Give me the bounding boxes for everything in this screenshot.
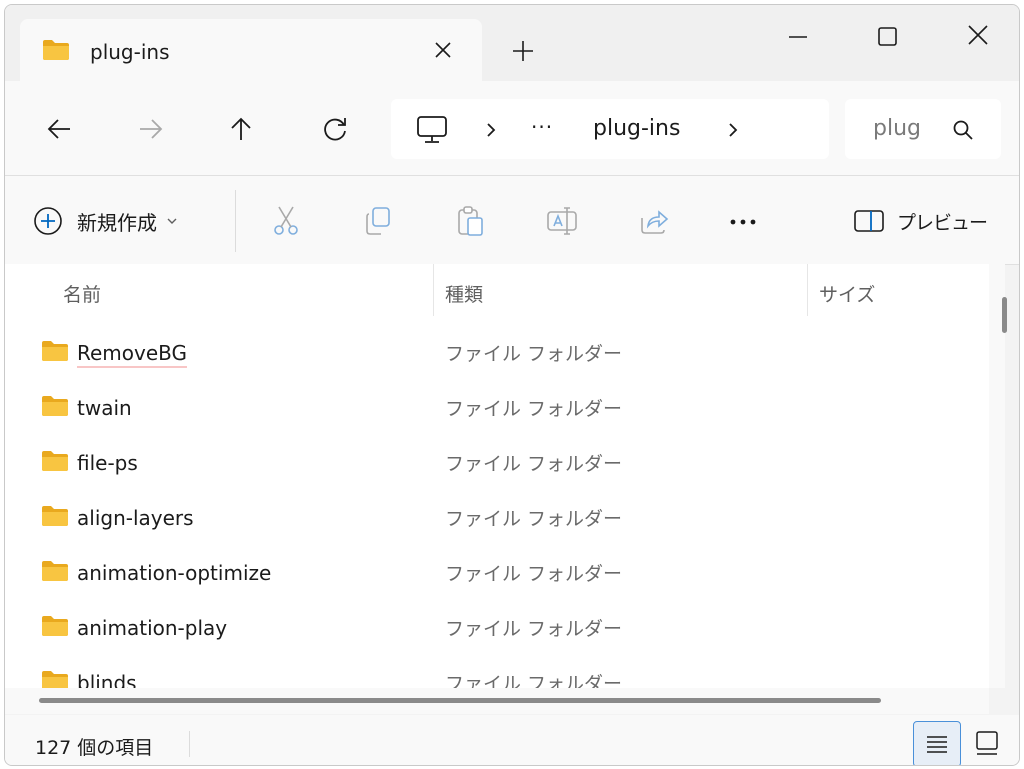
new-button-label: 新規作成 xyxy=(77,210,157,235)
file-type: ファイル フォルダー xyxy=(445,563,623,585)
details-view-icon xyxy=(927,736,947,753)
tab-plug-ins[interactable]: plug-ins xyxy=(20,19,482,81)
search-input[interactable]: plug xyxy=(873,115,925,143)
navigation-bar: ··· plug-ins plug xyxy=(5,81,1019,175)
column-headers: 名前 種類 サイズ xyxy=(5,264,989,320)
file-name: twain xyxy=(77,396,132,420)
folder-icon xyxy=(41,670,69,688)
vertical-scroll-thumb[interactable] xyxy=(1002,297,1007,333)
list-item[interactable]: twain ファイル フォルダー xyxy=(5,381,989,436)
back-arrow-icon[interactable] xyxy=(40,109,80,149)
file-type: ファイル フォルダー xyxy=(445,343,623,365)
file-name: blinds xyxy=(77,671,137,688)
file-type: ファイル フォルダー xyxy=(445,508,623,530)
new-tab-icon[interactable] xyxy=(508,36,538,66)
folder-icon xyxy=(41,560,69,582)
close-tab-icon[interactable] xyxy=(430,37,456,63)
details-view-button[interactable] xyxy=(913,721,961,765)
share-icon[interactable] xyxy=(637,204,671,238)
chevron-right-icon[interactable] xyxy=(481,119,501,141)
status-bar: 127 個の項目 xyxy=(5,715,1019,765)
list-item[interactable]: align-layers ファイル フォルダー xyxy=(5,491,989,546)
folder-icon xyxy=(41,340,69,362)
item-count: 127 個の項目 xyxy=(35,737,154,759)
file-name: RemoveBG xyxy=(77,340,188,368)
file-name: animation-play xyxy=(77,616,228,640)
forward-arrow-icon[interactable] xyxy=(130,109,170,149)
file-list: 名前 種類 サイズ RemoveBG ファイル フォルダー twain ファイル… xyxy=(5,264,989,688)
minimize-icon[interactable] xyxy=(775,17,821,57)
file-explorer-window: plug-ins ··· plug-ins plug 新規作成 プレビュー 名前… xyxy=(4,4,1020,766)
list-item[interactable]: animation-optimize ファイル フォルダー xyxy=(5,546,989,601)
folder-icon xyxy=(41,505,69,527)
list-item[interactable]: file-ps ファイル フォルダー xyxy=(5,436,989,491)
search-box[interactable]: plug xyxy=(845,99,1001,159)
list-item[interactable]: RemoveBG ファイル フォルダー xyxy=(5,326,989,381)
file-name: animation-optimize xyxy=(77,561,272,585)
file-rows: RemoveBG ファイル フォルダー twain ファイル フォルダー fil… xyxy=(5,326,989,688)
refresh-icon[interactable] xyxy=(315,109,355,149)
rename-icon[interactable] xyxy=(545,204,579,238)
folder-icon xyxy=(42,39,70,61)
up-arrow-icon[interactable] xyxy=(221,109,261,149)
search-icon[interactable] xyxy=(951,118,975,142)
cut-icon[interactable] xyxy=(269,204,303,238)
preview-pane-label: プレビュー xyxy=(897,211,988,234)
command-divider xyxy=(235,190,236,252)
file-name: file-ps xyxy=(77,451,138,475)
chevron-right-icon[interactable] xyxy=(723,119,743,141)
file-type: ファイル フォルダー xyxy=(445,453,623,475)
list-item[interactable]: blinds ファイル フォルダー xyxy=(5,656,989,688)
column-header-name[interactable]: 名前 xyxy=(63,280,101,307)
plus-circle-icon xyxy=(33,206,63,236)
address-bar[interactable]: ··· plug-ins xyxy=(391,99,829,159)
preview-pane-button[interactable]: プレビュー xyxy=(853,204,988,238)
this-pc-icon[interactable] xyxy=(415,114,449,146)
folder-icon xyxy=(41,395,69,417)
more-options-icon[interactable] xyxy=(725,206,761,236)
tiles-view-icon xyxy=(976,731,998,755)
breadcrumb-plug-ins[interactable]: plug-ins xyxy=(593,115,680,143)
maximize-icon[interactable] xyxy=(863,17,909,57)
title-bar: plug-ins xyxy=(5,5,1019,81)
status-divider xyxy=(189,731,190,757)
chevron-down-icon xyxy=(165,214,179,228)
folder-icon xyxy=(41,450,69,472)
file-type: ファイル フォルダー xyxy=(445,673,623,688)
new-button[interactable]: 新規作成 xyxy=(33,204,179,238)
file-type: ファイル フォルダー xyxy=(445,618,623,640)
column-separator[interactable] xyxy=(807,264,808,316)
file-type: ファイル フォルダー xyxy=(445,398,623,420)
copy-icon[interactable] xyxy=(361,204,395,238)
list-item[interactable]: animation-play ファイル フォルダー xyxy=(5,601,989,656)
tab-title: plug-ins xyxy=(90,40,170,64)
address-overflow-button[interactable]: ··· xyxy=(531,115,553,139)
file-name: align-layers xyxy=(77,506,194,530)
command-bar: 新規作成 プレビュー xyxy=(5,176,1019,264)
column-separator[interactable] xyxy=(433,264,434,316)
close-window-icon[interactable] xyxy=(955,17,1001,57)
tiles-view-button[interactable] xyxy=(969,725,1005,761)
column-header-size[interactable]: サイズ xyxy=(819,280,875,307)
column-header-type[interactable]: 種類 xyxy=(445,280,483,307)
paste-icon[interactable] xyxy=(453,204,487,238)
preview-pane-icon xyxy=(853,209,887,233)
folder-icon xyxy=(41,615,69,637)
horizontal-scroll-thumb[interactable] xyxy=(39,698,881,703)
